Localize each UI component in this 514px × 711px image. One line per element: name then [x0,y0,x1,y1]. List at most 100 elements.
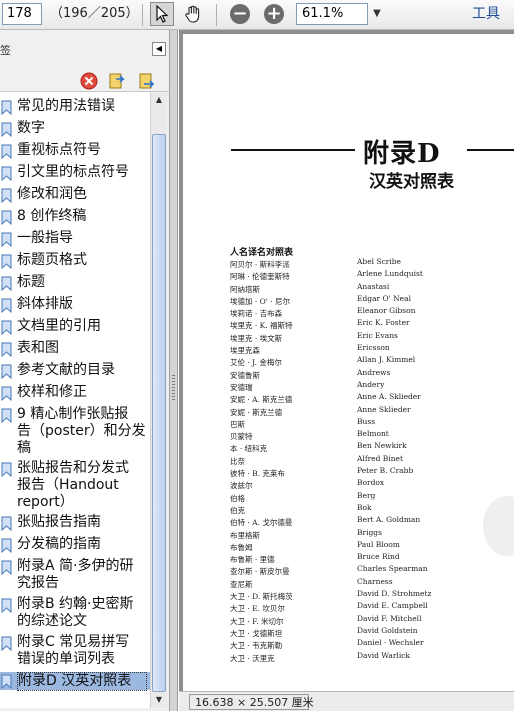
zoom-level-input[interactable]: 61.1% [296,3,368,25]
bookmark-label: 参考文献的目录 [17,362,115,378]
bookmark-icon [1,144,12,159]
scroll-down-icon[interactable]: ▼ [153,694,165,706]
bookmark-options-icon[interactable] [138,72,156,90]
english-name: Bok [357,502,372,512]
bookmark-item[interactable]: 附录A 简·多伊的研 究报告 [0,558,150,594]
bookmark-item[interactable]: 标题 [0,274,150,292]
chinese-name: 伯特 · A. 戈尔德曼 [230,518,293,528]
english-name: Eleanor Gibson [357,306,416,316]
chinese-name: 埃里克森 [230,346,260,356]
bookmark-icon [1,100,12,115]
chinese-name: 大卫 · D. 斯托梅茨 [230,592,293,602]
bookmark-label: 数字 [17,120,45,136]
bookmark-label: 一般指导 [17,230,73,246]
bookmark-item[interactable]: 校样和修正 [0,384,150,402]
english-name: David F. Mitchell [357,613,422,623]
bookmark-item[interactable]: 数字 [0,120,150,138]
panel-tools [0,66,170,92]
bookmark-item[interactable]: 修改和润色 [0,186,150,204]
expand-bookmark-icon[interactable] [108,72,126,90]
chinese-name: 埃里克 · 埃文斯 [230,333,283,343]
english-name: Abel Scribe [357,257,402,266]
english-name: Buss [357,416,376,426]
english-name: David Goldstein [357,625,418,635]
hand-tool-button[interactable] [180,2,206,26]
english-name: Eric Evans [357,330,398,340]
plus-icon: + [264,4,284,24]
english-name: Charles Spearman [357,564,428,574]
scrollbar-thumb[interactable] [152,134,166,692]
bookmark-label: 引文里的标点符号 [17,164,129,180]
chinese-name: 伯格 [230,493,245,503]
tools-menu-button[interactable]: 工具 [472,4,500,24]
english-name: David D. Strohmetz [357,589,432,599]
english-name: David E. Campbell [357,601,428,611]
english-name: Andery [357,379,385,389]
bookmark-item[interactable]: 重视标点符号 [0,142,150,160]
chinese-name: 安妮 · A. 斯克兰德 [230,395,293,405]
english-name: Eric K. Foster [357,318,410,328]
bookmark-label: 表和图 [17,340,59,356]
chinese-name: 布里格斯 [230,530,260,540]
bookmark-label: 附录A 简·多伊的研 究报告 [17,558,134,591]
english-name: Anne A. Sklieder [357,392,421,402]
scroll-up-icon[interactable]: ▲ [153,94,165,106]
bookmark-label: 校样和修正 [17,384,87,400]
document-page: 附录D 汉英对照表 人名译名对照表 阿贝尔 · 斯科李派 阿琳 · 伦德奎斯特 阿纳… [183,34,514,691]
bookmark-item[interactable]: 张贴报告指南 [0,514,150,532]
bookmark-item[interactable]: 9 精心制作张贴报 告（poster）和分发 稿 [0,406,150,458]
chinese-name: 大卫 · E. 坎贝尔 [230,604,285,614]
bookmark-item[interactable]: 文档里的引用 [0,318,150,336]
bookmark-item[interactable]: 常见的用法错误 [0,98,150,116]
english-name: Edgar O' Neal [357,293,411,303]
chinese-name: 大卫 · 韦克斯勒 [230,641,283,651]
bookmark-item[interactable]: 一般指导 [0,230,150,248]
chinese-names-column: 阿贝尔 · 斯科李派 阿琳 · 伦德奎斯特 阿纳塔斯 埃德加 · O' · 尼尔 埃莉诺… [230,259,350,665]
bookmark-label: 标题 [17,274,45,290]
grip-icon [172,375,175,401]
bookmark-item[interactable]: 表和图 [0,340,150,358]
page-dimensions: 16.638 × 25.507 厘米 [195,696,314,709]
bookmark-scrollbar[interactable]: ▲ ▼ [150,92,167,708]
chevron-down-icon[interactable]: ▼ [370,3,384,25]
page-number-input[interactable]: 178 [2,3,42,25]
english-name: Ericsson [357,343,390,353]
bookmark-item[interactable]: 标题页格式 [0,252,150,270]
chinese-name: 艾伦 · J. 金梅尔 [230,358,282,368]
bookmark-icon [1,516,12,531]
english-name: Andrews [357,367,391,377]
zoom-out-button[interactable]: − [228,2,252,26]
english-name: Charness [357,576,393,586]
chinese-name: 大卫 · 沃里克 [230,653,275,663]
bookmark-item[interactable]: 8 创作终稿 [0,208,150,226]
bookmark-icon [1,462,12,477]
bookmark-item[interactable]: 分发稿的指南 [0,536,150,554]
bookmark-item[interactable]: 附录B 约翰·史密斯 的综述论文 [0,596,150,632]
english-name: David Warlick [357,650,410,660]
delete-bookmark-icon[interactable] [80,72,98,90]
collapse-panel-button[interactable]: ◀ [152,42,166,56]
document-viewport[interactable]: 附录D 汉英对照表 人名译名对照表 阿贝尔 · 斯科李派 阿琳 · 伦德奎斯特 阿纳… [179,30,514,691]
bookmark-item[interactable]: 附录D 汉英对照表 [0,672,150,691]
bookmark-item[interactable]: 斜体排版 [0,296,150,314]
bookmark-label: 9 精心制作张贴报 告（poster）和分发 稿 [17,406,146,456]
bookmark-label: 附录C 常见易拼写 错误的单词列表 [17,634,130,667]
bookmark-icon [1,560,12,575]
bookmark-label: 斜体排版 [17,296,73,312]
chinese-name: 安德鲁斯 [230,370,260,380]
chinese-name: 贝蒙特 [230,432,253,442]
bookmark-item[interactable]: 张贴报告和分发式 报告（Handout report） [0,460,150,512]
zoom-in-button[interactable]: + [262,2,286,26]
bookmark-item[interactable]: 参考文献的目录 [0,362,150,380]
select-tool-button[interactable] [150,2,174,26]
status-bar: 16.638 × 25.507 厘米 [179,691,514,711]
bookmark-item[interactable]: 引文里的标点符号 [0,164,150,182]
bookmark-icon [1,254,12,269]
panel-splitter[interactable] [170,30,178,711]
bookmark-item[interactable]: 附录C 常见易拼写 错误的单词列表 [0,634,150,670]
bookmark-icon [1,598,12,613]
english-name: Paul Bloom [357,539,400,549]
bookmark-icon [1,166,12,181]
bookmark-label: 8 创作终稿 [17,208,87,224]
bookmark-label: 重视标点符号 [17,142,101,158]
